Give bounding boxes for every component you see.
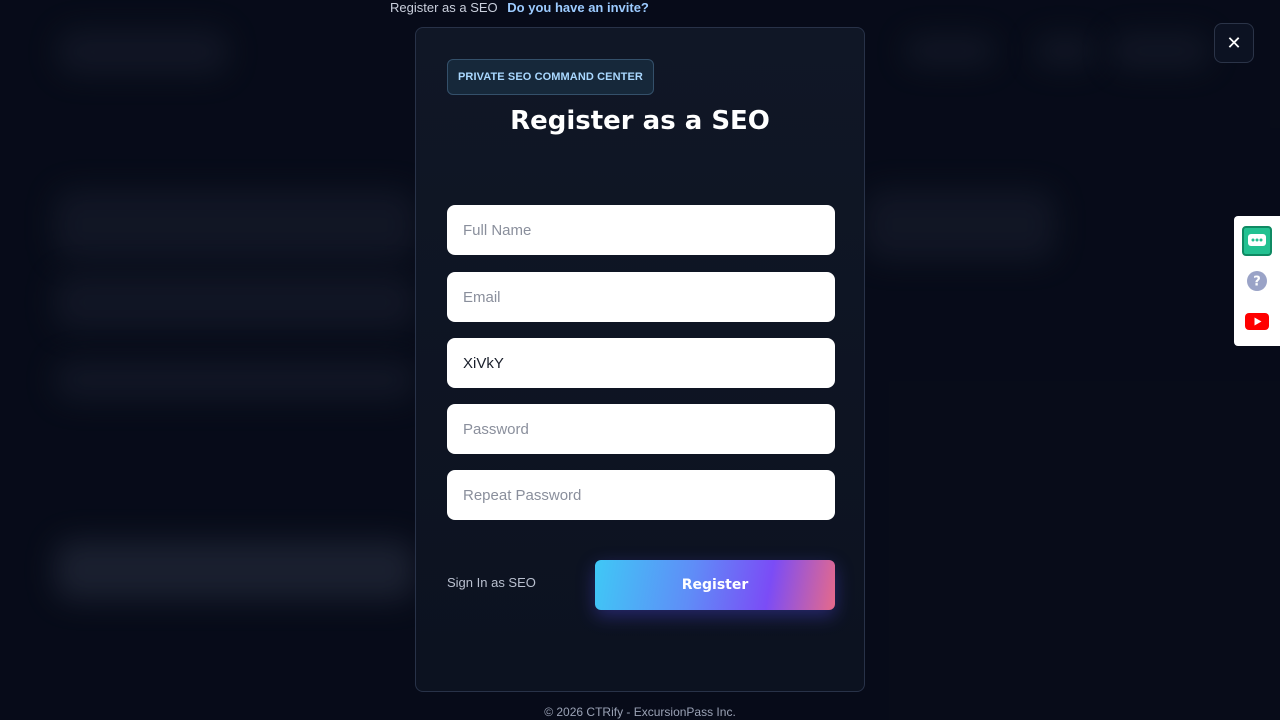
register-modal: PRIVATE SEO COMMAND CENTER Register as a…: [415, 27, 865, 692]
help-icon: ?: [1247, 271, 1267, 291]
invite-line: Register as a SEO Do you have an invite?: [390, 0, 649, 16]
sign-in-link[interactable]: Sign In as SEO: [447, 575, 536, 590]
password-input[interactable]: [447, 404, 835, 454]
private-seo-badge: PRIVATE SEO COMMAND CENTER: [447, 59, 654, 95]
full-name-input[interactable]: [447, 205, 835, 255]
modal-title: Register as a SEO: [510, 106, 770, 136]
invite-link[interactable]: Do you have an invite?: [507, 0, 649, 15]
chat-button[interactable]: [1242, 226, 1272, 256]
close-icon: ✕: [1226, 32, 1242, 54]
chat-icon: [1248, 234, 1266, 246]
email-input[interactable]: [447, 272, 835, 322]
side-widget: ?: [1234, 216, 1280, 346]
help-button[interactable]: ?: [1242, 266, 1272, 296]
copyright-text: © 2026 CTRify - ExcursionPass Inc.: [544, 705, 736, 719]
invite-lead-text: Register as a SEO: [390, 0, 498, 15]
svg-text:?: ?: [1253, 275, 1261, 290]
youtube-icon: [1245, 312, 1269, 330]
close-button[interactable]: ✕: [1214, 23, 1254, 63]
youtube-button[interactable]: [1242, 306, 1272, 336]
invite-code-input[interactable]: [447, 338, 835, 388]
register-button[interactable]: Register: [595, 560, 835, 610]
repeat-password-input[interactable]: [447, 470, 835, 520]
